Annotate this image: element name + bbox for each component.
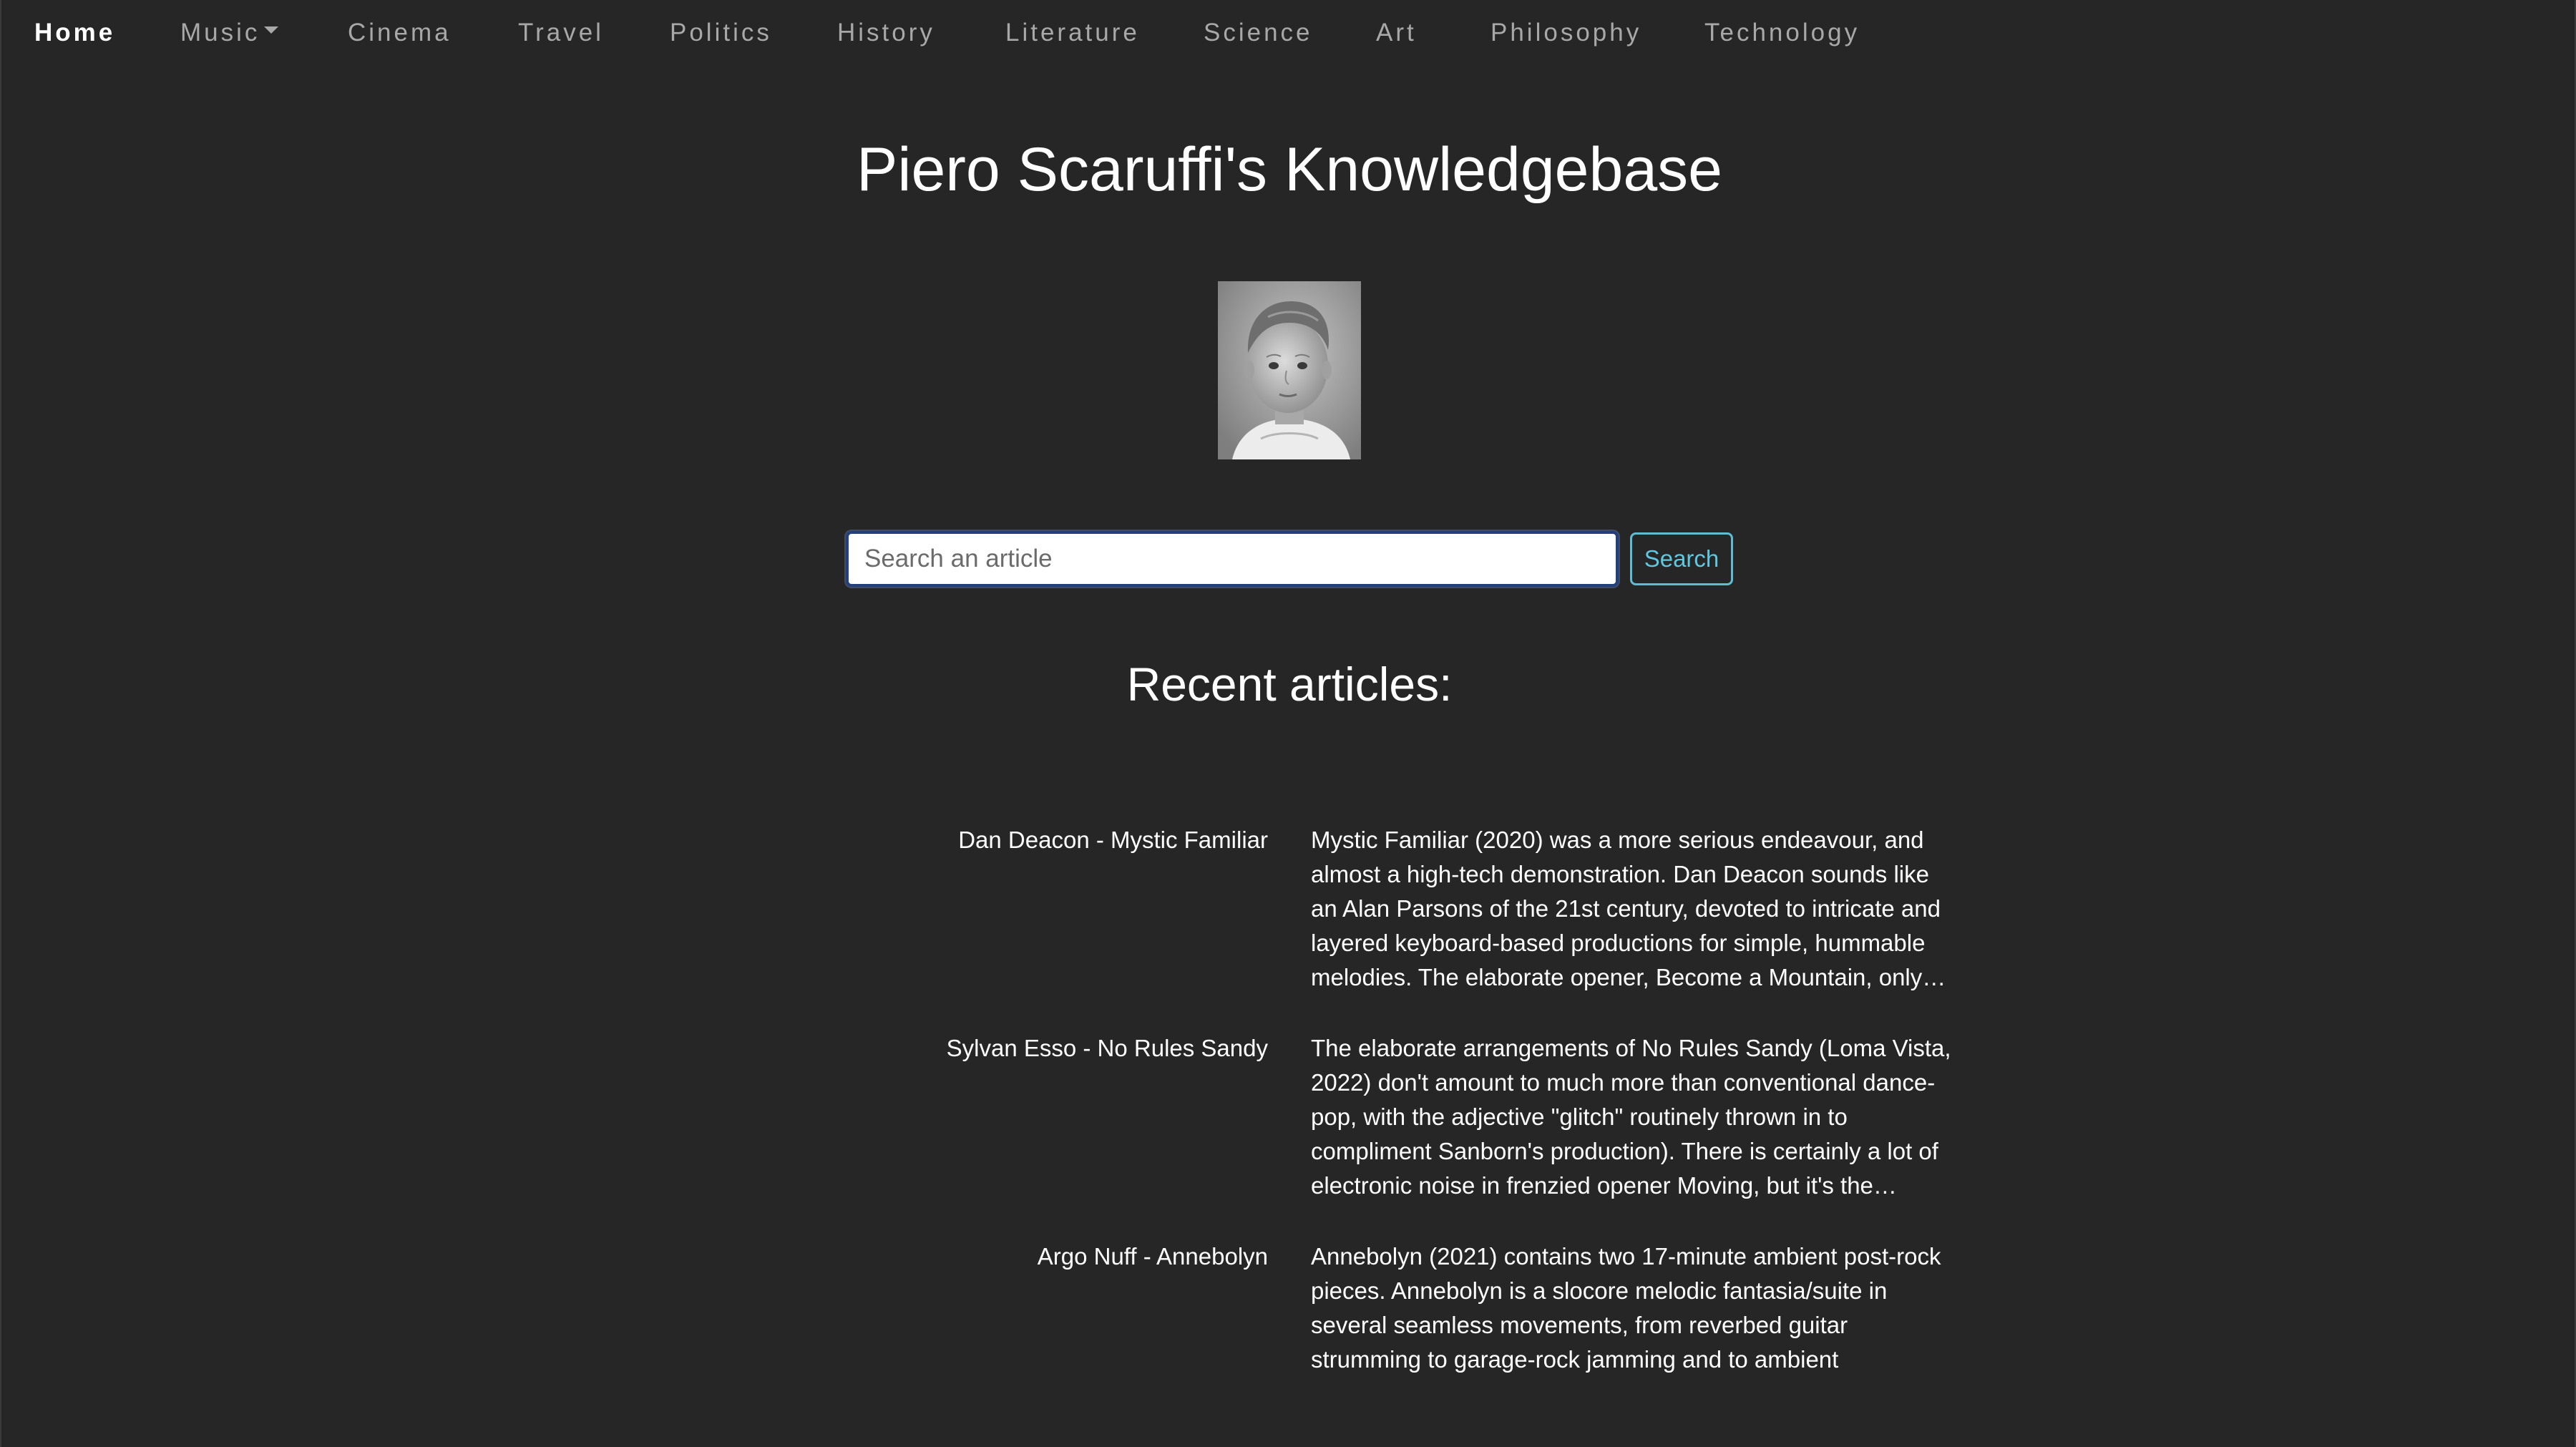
nav-philosophy[interactable]: Philosophy	[1491, 19, 1641, 47]
recent-articles-list: Dan Deacon - Mystic Familiar Mystic Fami…	[1, 823, 2576, 1374]
search-input[interactable]	[846, 531, 1619, 587]
page-title: Piero Scaruffi's Knowledgebase	[856, 135, 1722, 204]
portrait-photo	[1218, 281, 1361, 459]
nav-travel[interactable]: Travel	[518, 19, 604, 47]
nav-technology[interactable]: Technology	[1704, 19, 1860, 47]
nav-history[interactable]: History	[837, 19, 935, 47]
nav-music-label: Music	[180, 19, 260, 47]
article-title-link[interactable]: Sylvan Esso - No Rules Sandy	[947, 1031, 1268, 1066]
article-summary: The elaborate arrangements of No Rules S…	[1311, 1035, 1951, 1199]
nav-art[interactable]: Art	[1376, 19, 1417, 47]
search-button[interactable]: Search	[1630, 532, 1733, 585]
nav-politics[interactable]: Politics	[670, 19, 772, 47]
nav-cinema[interactable]: Cinema	[348, 19, 452, 47]
chevron-down-icon	[264, 26, 279, 34]
top-navbar: Home Music Cinema Travel Politics Histor…	[1, 0, 2576, 72]
recent-articles-heading: Recent articles:	[1126, 658, 1453, 711]
nav-home[interactable]: Home	[34, 19, 115, 47]
article-summary: Mystic Familiar (2020) was a more seriou…	[1311, 827, 1941, 990]
child-portrait-image	[1218, 281, 1361, 459]
nav-literature[interactable]: Literature	[1005, 19, 1140, 47]
article-title-link[interactable]: Argo Nuff - Annebolyn	[1038, 1239, 1268, 1274]
article-summary: Annebolyn (2021) contains two 17-minute …	[1311, 1243, 1941, 1373]
nav-science[interactable]: Science	[1204, 19, 1313, 47]
article-title-link[interactable]: Dan Deacon - Mystic Familiar	[958, 823, 1268, 857]
nav-music[interactable]: Music	[180, 19, 279, 47]
